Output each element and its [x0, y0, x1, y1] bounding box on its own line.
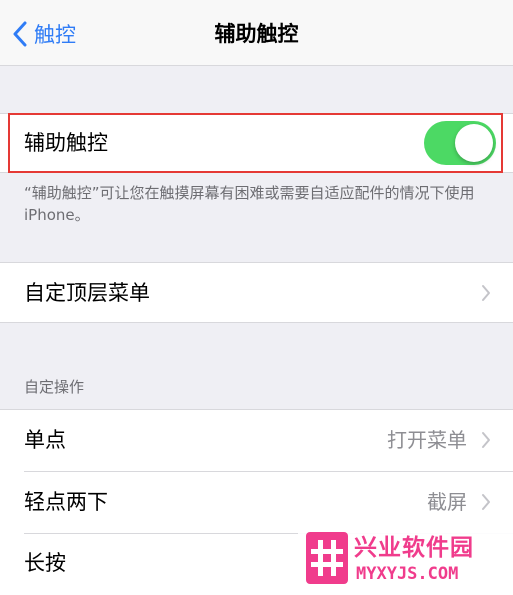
top-level-menu-row[interactable]: 自定顶层菜单 — [0, 262, 513, 323]
chevron-right-icon — [482, 432, 490, 448]
watermark: 兴业软件园 MYXYJS.COM — [298, 522, 513, 594]
watermark-url: MYXYJS.COM — [356, 564, 459, 584]
single-tap-label: 单点 — [24, 428, 66, 452]
assistive-touch-footnote: “辅助触控”可让您在触摸屏幕有困难或需要自适应配件的情况下使用iPhone。 — [24, 184, 475, 224]
row-divider — [0, 262, 513, 263]
single-tap-value: 打开菜单 — [387, 428, 467, 452]
double-tap-label: 轻点两下 — [24, 490, 108, 514]
navigation-bar: 触控 辅助触控 — [0, 0, 513, 66]
chevron-right-icon — [482, 285, 490, 301]
row-divider — [0, 322, 513, 323]
top-level-menu-label: 自定顶层菜单 — [24, 281, 150, 305]
row-divider — [0, 113, 513, 114]
assistive-touch-label: 辅助触控 — [24, 131, 108, 155]
page-title: 辅助触控 — [214, 22, 299, 46]
custom-actions-header: 自定操作 — [24, 378, 85, 396]
chevron-right-icon — [482, 494, 490, 510]
double-tap-value: 截屏 — [427, 490, 467, 514]
watermark-name: 兴业软件园 — [354, 535, 474, 561]
row-divider — [0, 172, 513, 173]
toggle-knob — [455, 124, 493, 162]
assistive-touch-toggle[interactable] — [424, 121, 496, 165]
hash-logo-icon — [306, 532, 348, 584]
long-press-label: 长按 — [24, 551, 66, 575]
list-item-single-tap[interactable]: 单点 打开菜单 — [0, 409, 513, 471]
